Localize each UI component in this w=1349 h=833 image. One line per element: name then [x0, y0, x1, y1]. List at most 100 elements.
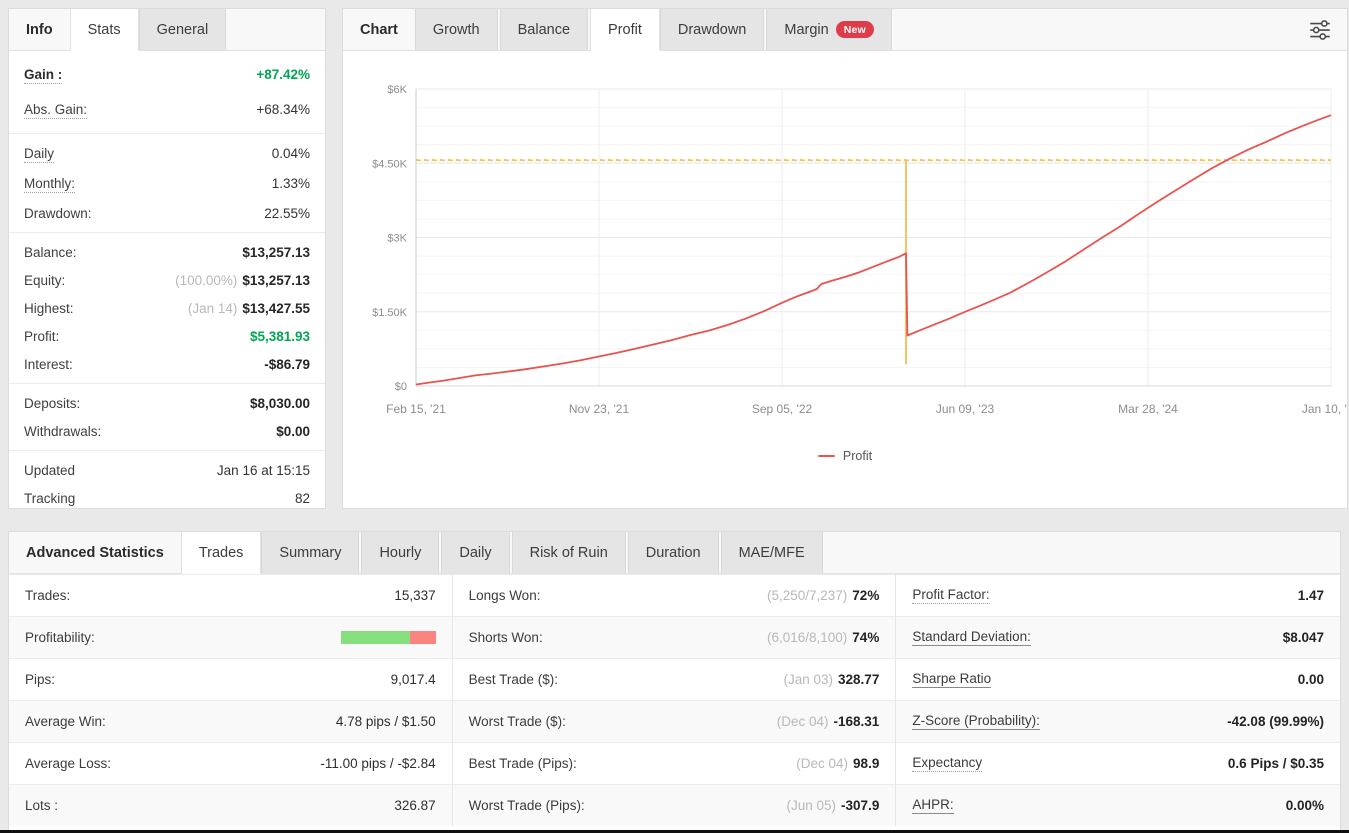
stat-row-equity: Equity: (100.00%)$13,257.13 — [9, 266, 325, 294]
highest-label: Highest: — [24, 301, 74, 316]
stat-row-abs-gain: Abs. Gain: +68.34% — [9, 93, 325, 128]
stat-row-profit: Profit: $5,381.93 — [9, 322, 325, 350]
advanced-statistics-panel: Advanced Statistics Trades Summary Hourl… — [8, 531, 1341, 833]
tab-info[interactable]: Info — [9, 9, 70, 50]
tab-summary[interactable]: Summary — [261, 532, 359, 573]
profitability-bar — [341, 631, 436, 644]
chart-legend[interactable]: Profit — [343, 449, 1347, 463]
interest-value: -$86.79 — [264, 357, 310, 372]
tab-risk-of-ruin[interactable]: Risk of Ruin — [512, 532, 626, 573]
abs-gain-value: +68.34% — [256, 102, 310, 117]
stat-worst-trade-usd: Worst Trade ($): (Dec 04)-168.31 — [453, 700, 897, 742]
equity-label: Equity: — [24, 273, 65, 288]
sliders-icon — [1307, 17, 1333, 43]
svg-text:Mar 28, '24: Mar 28, '24 — [1118, 402, 1178, 416]
stat-row-updated: Updated Jan 16 at 15:15 — [9, 456, 325, 484]
monthly-label: Monthly: — [24, 176, 75, 193]
svg-text:$0: $0 — [395, 381, 407, 393]
stat-lots: Lots : 326.87 — [9, 784, 453, 826]
stat-average-win: Average Win: 4.78 pips / $1.50 — [9, 700, 453, 742]
stat-row-withdrawals: Withdrawals: $0.00 — [9, 417, 325, 445]
stat-row-interest: Interest: -$86.79 — [9, 350, 325, 378]
tab-drawdown[interactable]: Drawdown — [660, 9, 765, 50]
svg-text:$4.50K: $4.50K — [372, 158, 408, 170]
profitability-bar-green — [341, 631, 410, 644]
svg-text:$3K: $3K — [387, 233, 407, 245]
equity-value: (100.00%)$13,257.13 — [175, 273, 310, 288]
tab-mae-mfe[interactable]: MAE/MFE — [721, 532, 823, 573]
stat-row-monthly: Monthly: 1.33% — [9, 169, 325, 199]
legend-profit-label: Profit — [843, 449, 872, 463]
highest-value: (Jan 14)$13,427.55 — [188, 301, 310, 316]
updated-value: Jan 16 at 15:15 — [217, 463, 310, 478]
stat-profit-factor: Profit Factor: 1.47 — [896, 574, 1340, 616]
stat-expectancy: Expectancy 0.6 Pips / $0.35 — [896, 742, 1340, 784]
stat-row-highest: Highest: (Jan 14)$13,427.55 — [9, 294, 325, 322]
tab-stats[interactable]: Stats — [70, 9, 139, 51]
stat-worst-trade-pips: Worst Trade (Pips): (Jun 05)-307.9 — [453, 784, 897, 826]
drawdown-label: Drawdown: — [24, 206, 92, 221]
updated-label: Updated — [24, 463, 75, 478]
tab-general[interactable]: General — [139, 9, 227, 50]
account-summary-panel: Info Stats General Gain : +87.42% Abs. G… — [8, 8, 326, 509]
balance-label: Balance: — [24, 245, 77, 260]
stat-longs-won: Longs Won: (5,250/7,237)72% — [453, 574, 897, 616]
chart-settings-button[interactable] — [1307, 9, 1333, 50]
stat-sharpe-ratio: Sharpe Ratio 0.00 — [896, 658, 1340, 700]
svg-text:Jun 09, '23: Jun 09, '23 — [936, 402, 995, 416]
withdrawals-value: $0.00 — [276, 424, 310, 439]
abs-gain-label: Abs. Gain: — [24, 102, 87, 119]
withdrawals-label: Withdrawals: — [24, 424, 101, 439]
svg-text:Sep 05, '22: Sep 05, '22 — [752, 402, 813, 416]
profit-line-chart: $0$1.50K$3K$4.50K$6KFeb 15, '21Nov 23, '… — [343, 51, 1347, 451]
stat-row-balance: Balance: $13,257.13 — [9, 238, 325, 266]
svg-text:$1.50K: $1.50K — [372, 307, 408, 319]
daily-label: Daily — [24, 146, 54, 163]
tab-growth[interactable]: Growth — [415, 9, 498, 50]
tab-duration[interactable]: Duration — [628, 532, 719, 573]
stat-average-loss: Average Loss: -11.00 pips / -$2.84 — [9, 742, 453, 784]
tab-trades[interactable]: Trades — [181, 532, 262, 574]
chart-tabbar: Chart Growth Balance Profit Drawdown Mar… — [343, 9, 1347, 51]
tab-profit[interactable]: Profit — [590, 9, 660, 51]
advanced-statistics-title: Advanced Statistics — [9, 532, 181, 573]
new-badge: New — [836, 21, 874, 38]
stat-shorts-won: Shorts Won: (6,016/8,100)74% — [453, 616, 897, 658]
stat-row-daily: Daily 0.04% — [9, 139, 325, 169]
stat-profitability: Profitability: — [9, 616, 453, 658]
stat-pips: Pips: 9,017.4 — [9, 658, 453, 700]
interest-label: Interest: — [24, 357, 73, 372]
balance-value: $13,257.13 — [242, 245, 310, 260]
tab-margin-label: Margin — [784, 22, 828, 38]
monthly-value: 1.33% — [272, 176, 310, 191]
tab-hourly[interactable]: Hourly — [361, 532, 439, 573]
deposits-value: $8,030.00 — [250, 396, 310, 411]
stat-standard-deviation: Standard Deviation: $8.047 — [896, 616, 1340, 658]
chart-panel: Chart Growth Balance Profit Drawdown Mar… — [342, 8, 1348, 509]
svg-text:Jan 10, '25: Jan 10, '25 — [1302, 402, 1347, 416]
svg-text:Feb 15, '21: Feb 15, '21 — [386, 402, 446, 416]
stat-best-trade-usd: Best Trade ($): (Jan 03)328.77 — [453, 658, 897, 700]
stat-z-score: Z-Score (Probability): -42.08 (99.99%) — [896, 700, 1340, 742]
daily-value: 0.04% — [272, 146, 310, 161]
deposits-label: Deposits: — [24, 396, 80, 411]
stat-row-deposits: Deposits: $8,030.00 — [9, 389, 325, 417]
tracking-label: Tracking — [24, 491, 75, 506]
stat-ahpr: AHPR: 0.00% — [896, 784, 1340, 826]
profit-label: Profit: — [24, 329, 59, 344]
drawdown-value: 22.55% — [264, 206, 310, 221]
stat-row-drawdown: Drawdown: 22.55% — [9, 199, 325, 227]
stat-best-trade-pips: Best Trade (Pips): (Dec 04)98.9 — [453, 742, 897, 784]
stat-row-gain: Gain : +87.42% — [9, 58, 325, 93]
tab-margin[interactable]: Margin New — [766, 9, 892, 50]
tab-balance[interactable]: Balance — [500, 9, 588, 50]
svg-text:Nov 23, '21: Nov 23, '21 — [569, 402, 630, 416]
profitability-bar-red — [410, 631, 436, 644]
legend-profit-swatch — [818, 455, 835, 458]
chart-panel-title: Chart — [343, 9, 415, 50]
tab-daily[interactable]: Daily — [441, 532, 509, 573]
stat-row-tracking: Tracking 82 — [9, 484, 325, 512]
trades-statistics-table: Trades: 15,337 Longs Won: (5,250/7,237)7… — [9, 574, 1340, 826]
advanced-statistics-tabbar: Advanced Statistics Trades Summary Hourl… — [9, 532, 1340, 574]
gain-label: Gain : — [24, 67, 62, 84]
